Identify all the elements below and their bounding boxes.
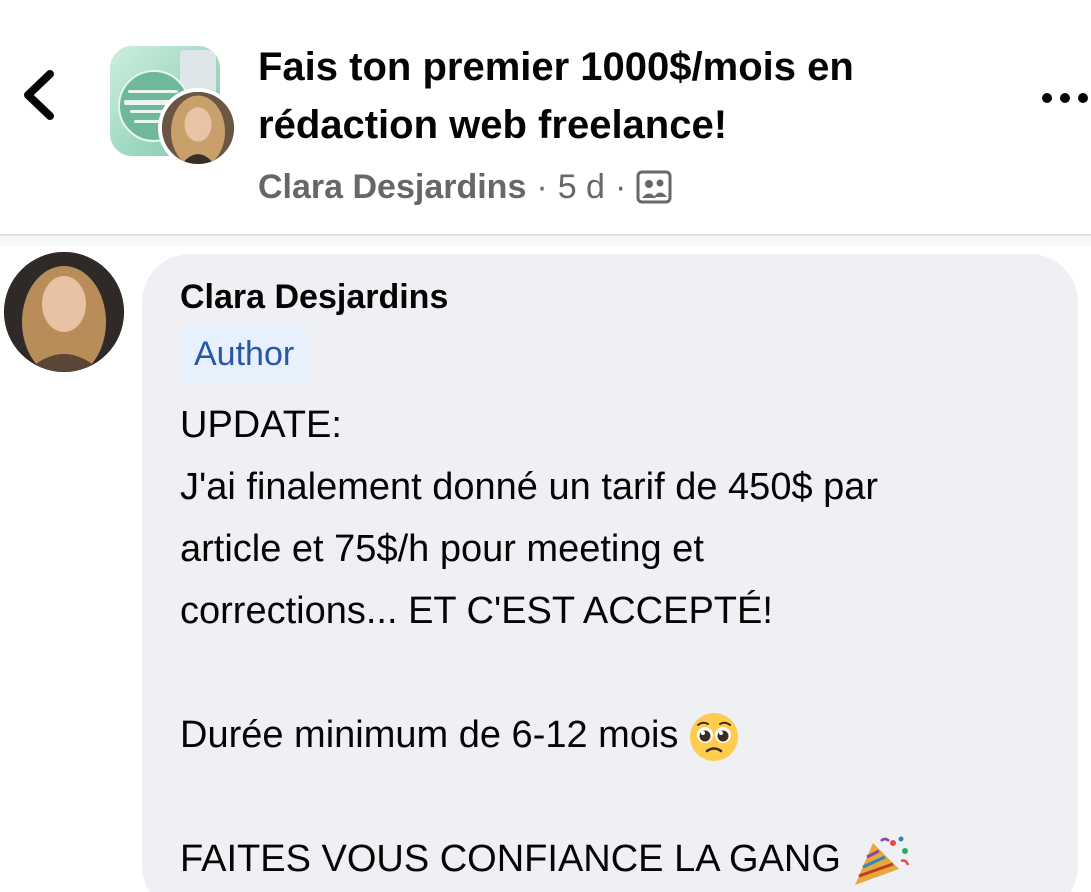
comment-author-name[interactable]: Clara Desjardins bbox=[180, 278, 448, 317]
meta-separator: · bbox=[536, 167, 548, 206]
meta-separator: · bbox=[614, 167, 627, 206]
comment-blank-line bbox=[180, 766, 1060, 828]
post-author-avatar[interactable] bbox=[158, 88, 238, 168]
comment-line-text: Durée minimum de 6-12 mois bbox=[180, 714, 679, 756]
cover-text-line bbox=[128, 90, 178, 93]
comment-line: UPDATE: bbox=[180, 404, 342, 446]
back-button[interactable] bbox=[14, 62, 66, 128]
comment-line: FAITES VOUS CONFIANCE LA GANG bbox=[180, 828, 1060, 890]
party-popper-emoji bbox=[854, 836, 910, 885]
comment-line: Durée minimum de 6-12 mois bbox=[180, 704, 1060, 766]
author-badge: Author bbox=[180, 326, 309, 382]
group-title-line-1: Fais ton premier 1000$/mois en bbox=[258, 45, 854, 89]
person-photo-icon bbox=[4, 252, 124, 372]
comment-line: corrections... ET C'EST ACCEPTÉ! bbox=[180, 590, 773, 632]
post-timestamp[interactable]: 5 d bbox=[558, 168, 605, 207]
comment-line: J'ai finalement donné un tarif de 450$ p… bbox=[180, 466, 879, 508]
comment-line: article et 75$/h pour meeting et bbox=[180, 528, 704, 570]
header-divider-shade bbox=[0, 236, 1091, 246]
group-audience-icon bbox=[636, 170, 672, 204]
person-photo-icon bbox=[162, 92, 234, 164]
commenter-avatar[interactable] bbox=[4, 252, 124, 372]
post-header: Fais ton premier 1000$/mois en rédaction… bbox=[0, 0, 1091, 236]
post-meta: Clara Desjardins · 5 d · bbox=[258, 164, 672, 210]
comment-bubble: Clara Desjardins Author UPDATE: J'ai fin… bbox=[142, 254, 1078, 892]
comment-line-text: FAITES VOUS CONFIANCE LA GANG bbox=[180, 838, 841, 880]
comment-text: UPDATE: J'ai finalement donné un tarif d… bbox=[180, 394, 1060, 890]
group-title[interactable]: Fais ton premier 1000$/mois en rédaction… bbox=[258, 38, 1018, 154]
group-title-line-2: rédaction web freelance! bbox=[258, 103, 728, 147]
more-options-button[interactable] bbox=[1034, 80, 1091, 116]
pleading-face-emoji bbox=[690, 712, 739, 761]
comment-blank-line bbox=[180, 642, 1060, 704]
post-author-name[interactable]: Clara Desjardins bbox=[258, 168, 526, 207]
chevron-left-icon bbox=[24, 70, 54, 120]
more-horizontal-icon bbox=[1042, 93, 1088, 103]
